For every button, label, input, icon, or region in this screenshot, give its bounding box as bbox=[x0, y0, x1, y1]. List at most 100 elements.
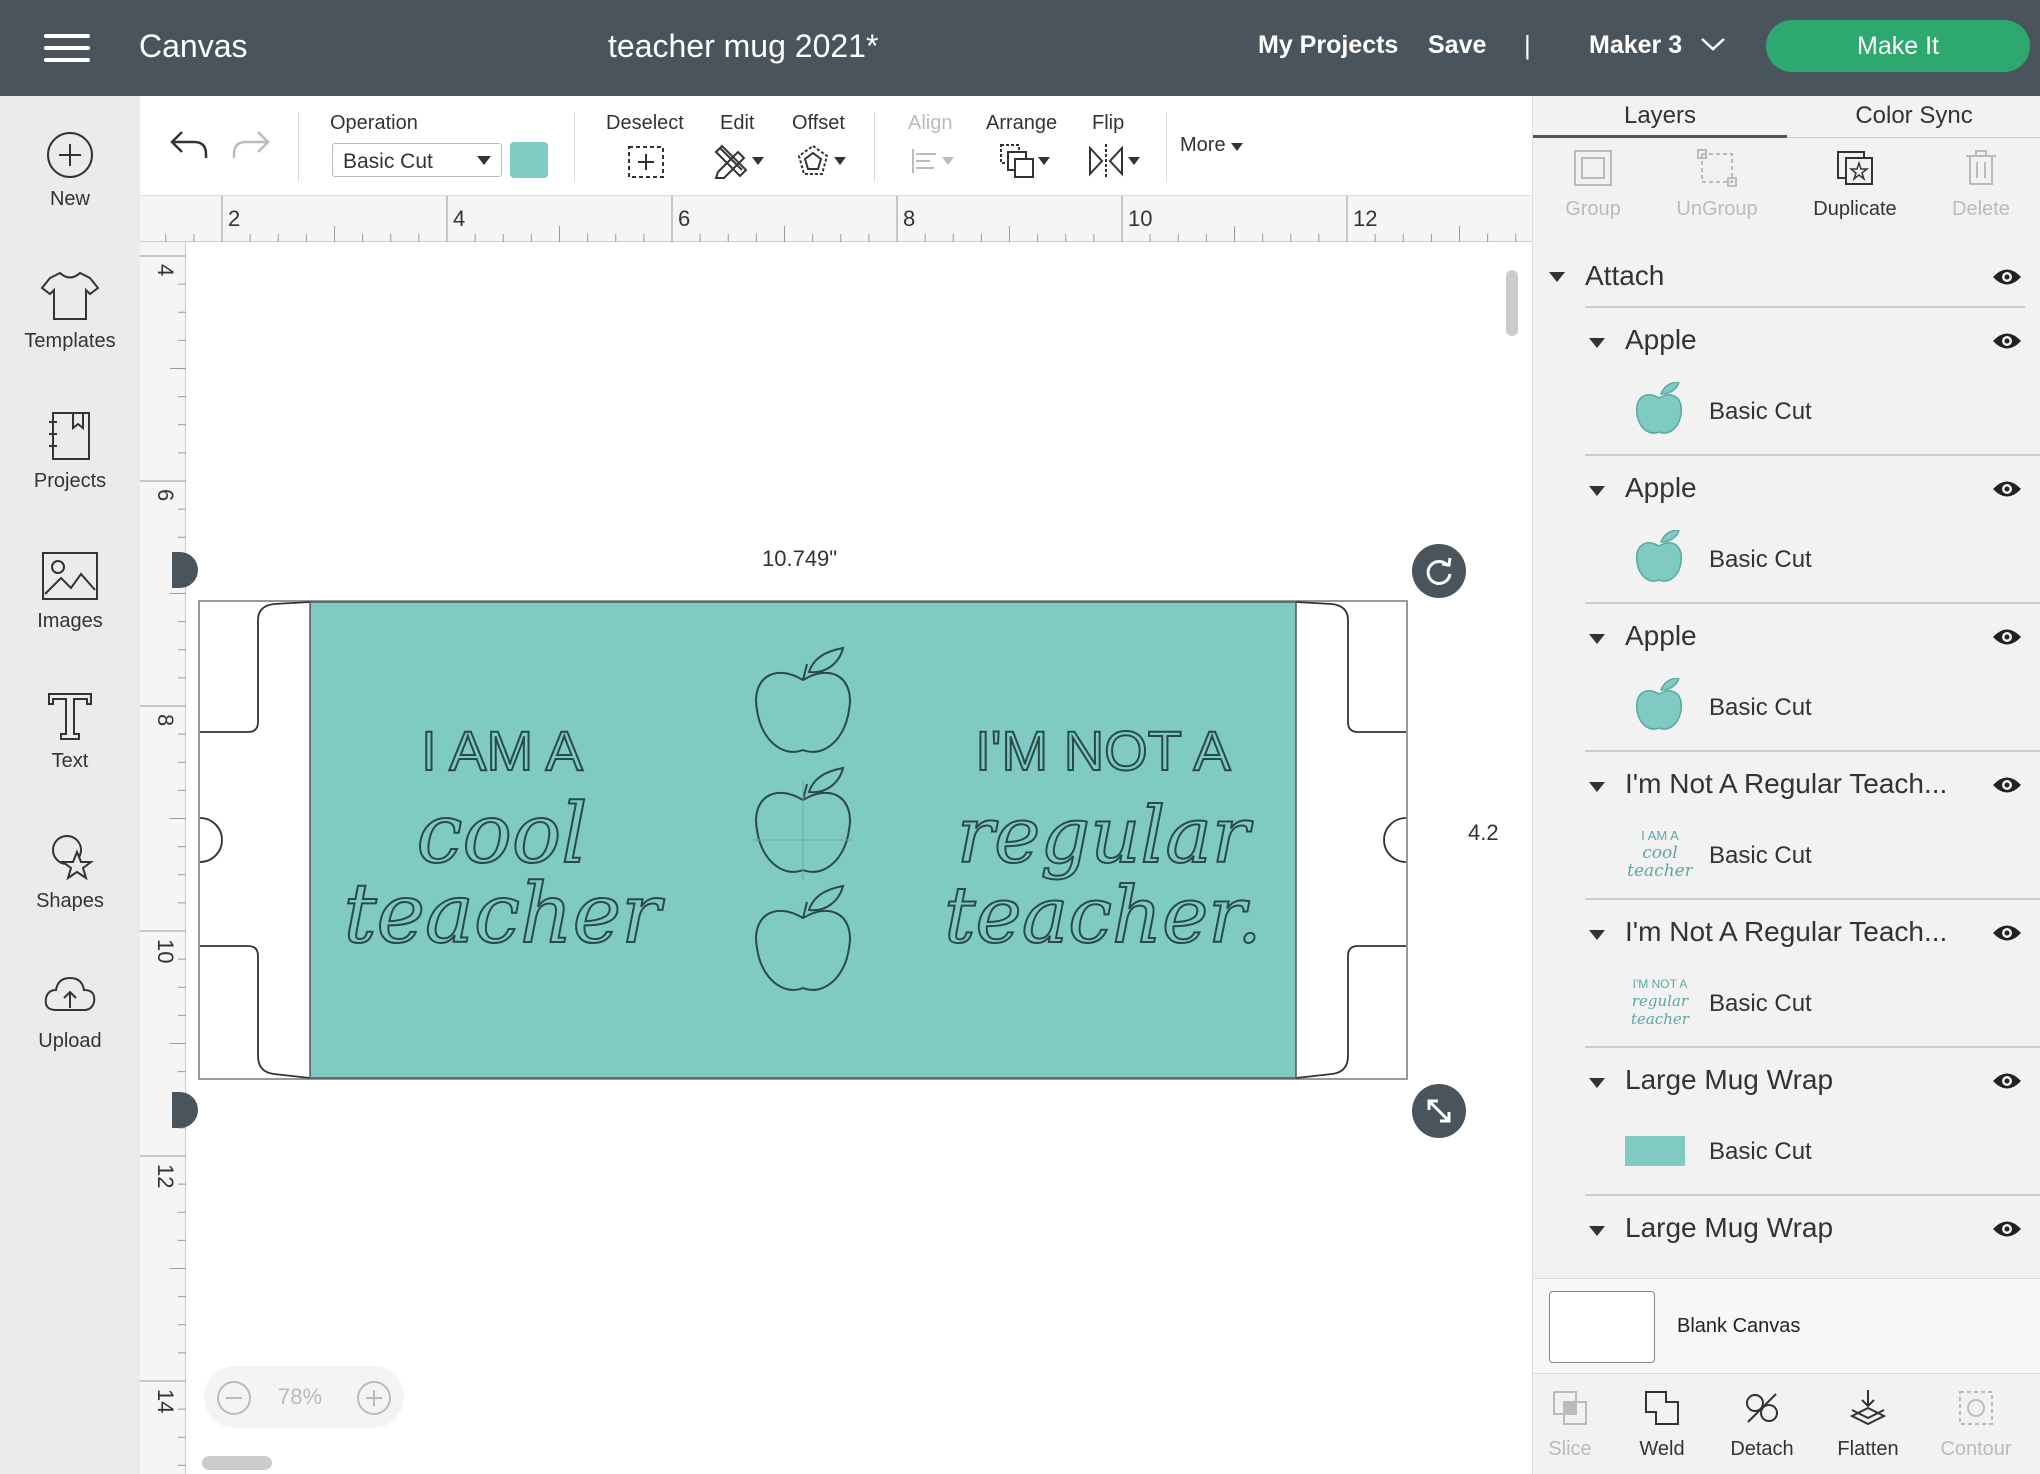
left-top-handle[interactable] bbox=[172, 552, 198, 588]
operation-color-swatch[interactable] bbox=[510, 142, 548, 178]
mug-wrap-design[interactable]: I AM A cool teacher I'M NOT A regular te… bbox=[198, 600, 1408, 1082]
svg-text:I AM A: I AM A bbox=[1641, 828, 1679, 843]
machine-selector[interactable]: Maker 3 bbox=[1589, 31, 1682, 60]
detach-button[interactable]: Detach bbox=[1707, 1388, 1817, 1461]
sidebar-item-images[interactable]: Images bbox=[0, 550, 140, 670]
ruler-label: 10 bbox=[1128, 206, 1152, 231]
offset-dropdown[interactable] bbox=[796, 142, 846, 180]
collapse-triangle-icon[interactable] bbox=[1589, 1226, 1605, 1236]
design-canvas[interactable]: 10.749" 4.2 I AM A cool teacher I'M NOT … bbox=[172, 242, 1532, 1470]
deselect-icon[interactable] bbox=[626, 144, 666, 180]
sidebar-item-projects[interactable]: Projects bbox=[0, 410, 140, 530]
tab-color-sync[interactable]: Color Sync bbox=[1787, 96, 2040, 138]
weld-icon bbox=[1645, 1391, 1679, 1425]
sidebar-item-templates[interactable]: Templates bbox=[0, 270, 140, 390]
bottom-tools: Slice Weld Detach Flatten Contour bbox=[1533, 1374, 2040, 1474]
ruler-label: 4 bbox=[153, 264, 178, 276]
tab-layers[interactable]: Layers bbox=[1533, 96, 1787, 138]
duplicate-button[interactable]: Duplicate bbox=[1795, 148, 1915, 221]
sidebar-item-text[interactable]: Text bbox=[0, 690, 140, 810]
operation-label: Operation bbox=[330, 112, 418, 134]
design-left-line1: I AM A bbox=[421, 719, 583, 782]
collapse-triangle-icon[interactable] bbox=[1589, 634, 1605, 644]
edit-dropdown[interactable] bbox=[712, 142, 764, 180]
zoom-in-icon[interactable] bbox=[356, 1380, 392, 1416]
collapse-triangle-icon[interactable] bbox=[1589, 930, 1605, 940]
collapse-triangle-icon[interactable] bbox=[1589, 1078, 1605, 1088]
group-button[interactable]: Group bbox=[1533, 148, 1653, 221]
ruler-label: 14 bbox=[153, 1389, 178, 1413]
app-title: Canvas bbox=[139, 28, 248, 64]
blank-canvas-swatch[interactable] bbox=[1549, 1291, 1655, 1363]
layer-text-2[interactable]: I'm Not A Regular Teach... I'M NOT Aregu… bbox=[1533, 900, 2040, 1048]
eye-icon[interactable] bbox=[1991, 266, 2023, 288]
resize-arrows-icon bbox=[1427, 1099, 1451, 1123]
duplicate-label: Duplicate bbox=[1813, 198, 1897, 220]
sidebar-item-shapes[interactable]: Shapes bbox=[0, 830, 140, 950]
collapse-triangle-icon[interactable] bbox=[1589, 338, 1605, 348]
sidebar-item-label: Text bbox=[51, 750, 89, 772]
layer-group-attach[interactable]: Attach bbox=[1533, 246, 2040, 306]
arrange-layers-icon bbox=[1000, 144, 1034, 178]
vertical-scrollbar[interactable] bbox=[1506, 270, 1518, 336]
layer-apple-2[interactable]: Apple Basic Cut bbox=[1533, 456, 2040, 604]
chevron-down-icon[interactable] bbox=[1700, 34, 1726, 54]
left-sidebar: New Templates Projects Images Text Shape… bbox=[0, 96, 140, 1474]
blank-canvas-row[interactable]: Blank Canvas bbox=[1533, 1278, 2040, 1374]
flatten-icon bbox=[1849, 1390, 1887, 1426]
layer-text-1[interactable]: I'm Not A Regular Teach... I AM Acool tea… bbox=[1533, 752, 2040, 900]
collapse-triangle-icon[interactable] bbox=[1549, 272, 1565, 282]
collapse-triangle-icon[interactable] bbox=[1589, 486, 1605, 496]
eye-icon[interactable] bbox=[1991, 330, 2023, 352]
eye-icon[interactable] bbox=[1991, 626, 2023, 648]
layer-mug-wrap-2[interactable]: Large Mug Wrap bbox=[1533, 1196, 2040, 1276]
eye-icon[interactable] bbox=[1991, 478, 2023, 500]
more-dropdown[interactable]: More bbox=[1180, 134, 1244, 157]
layer-mug-wrap-1[interactable]: Large Mug Wrap Basic Cut bbox=[1533, 1048, 2040, 1196]
ruler-label: 2 bbox=[228, 206, 240, 231]
my-projects-link[interactable]: My Projects bbox=[1258, 31, 1398, 60]
apple-thumbnail-icon bbox=[1636, 382, 1682, 434]
align-dropdown[interactable] bbox=[910, 146, 954, 176]
undo-icon[interactable] bbox=[168, 126, 210, 162]
resize-handle[interactable] bbox=[1412, 1084, 1466, 1138]
vertical-ruler-ticks: 4 6 8 10 12 14 bbox=[140, 255, 186, 1466]
redo-icon[interactable] bbox=[230, 126, 272, 162]
rotate-handle[interactable] bbox=[1412, 544, 1466, 598]
save-button[interactable]: Save bbox=[1428, 31, 1486, 60]
svg-text:cool: cool bbox=[1642, 843, 1677, 863]
delete-button[interactable]: Delete bbox=[1921, 148, 2040, 221]
layer-apple-1[interactable]: Apple Basic Cut bbox=[1533, 308, 2040, 456]
ruler-label: 6 bbox=[153, 489, 178, 501]
blank-canvas-label: Blank Canvas bbox=[1677, 1315, 1801, 1337]
arrange-dropdown[interactable] bbox=[998, 142, 1050, 180]
hamburger-menu-icon[interactable] bbox=[44, 32, 94, 64]
weld-button[interactable]: Weld bbox=[1607, 1388, 1717, 1461]
design-right-line1: I'M NOT A bbox=[975, 719, 1231, 782]
make-it-button[interactable]: Make It bbox=[1766, 20, 2030, 72]
sidebar-item-new[interactable]: New bbox=[0, 130, 140, 250]
layer-apple-3[interactable]: Apple Basic Cut bbox=[1533, 604, 2040, 752]
eye-icon[interactable] bbox=[1991, 1070, 2023, 1092]
zoom-out-icon[interactable] bbox=[216, 1380, 252, 1416]
document-title[interactable]: teacher mug 2021* bbox=[608, 28, 878, 65]
left-bottom-handle[interactable] bbox=[172, 1092, 198, 1128]
eye-icon[interactable] bbox=[1991, 774, 2023, 796]
group-icon bbox=[1574, 150, 1612, 186]
sidebar-item-label: Templates bbox=[24, 330, 116, 352]
eye-icon[interactable] bbox=[1991, 1218, 2023, 1240]
layer-operation: Basic Cut bbox=[1709, 842, 1812, 869]
sidebar-item-label: New bbox=[49, 188, 90, 210]
layer-name: Apple bbox=[1625, 324, 1697, 355]
operation-select[interactable]: Basic Cut bbox=[332, 143, 502, 177]
sidebar-item-upload[interactable]: Upload bbox=[0, 970, 140, 1090]
flip-dropdown[interactable] bbox=[1086, 142, 1140, 180]
design-left-line3: teacher bbox=[344, 867, 666, 962]
horizontal-scrollbar[interactable] bbox=[202, 1456, 272, 1470]
weld-label: Weld bbox=[1639, 1438, 1685, 1460]
flatten-button[interactable]: Flatten bbox=[1813, 1388, 1923, 1461]
eye-icon[interactable] bbox=[1991, 922, 2023, 944]
collapse-triangle-icon[interactable] bbox=[1589, 782, 1605, 792]
ungroup-button[interactable]: UnGroup bbox=[1657, 148, 1777, 221]
contour-button[interactable]: Contour bbox=[1921, 1388, 2031, 1461]
